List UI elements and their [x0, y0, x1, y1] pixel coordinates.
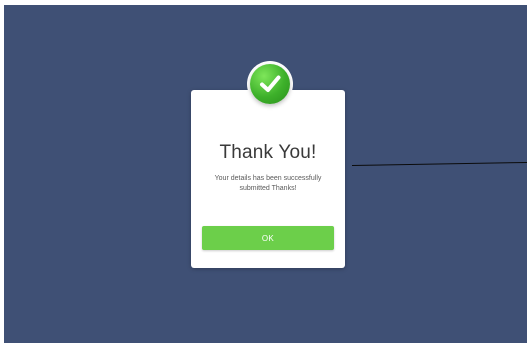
success-badge	[247, 61, 293, 107]
dialog-message: Your details has been successfully submi…	[214, 175, 322, 192]
success-badge-circle	[250, 64, 290, 104]
ok-button[interactable]: OK	[202, 226, 334, 250]
checkmark-icon	[260, 75, 281, 92]
dialog-title: Thank You!	[219, 142, 317, 163]
